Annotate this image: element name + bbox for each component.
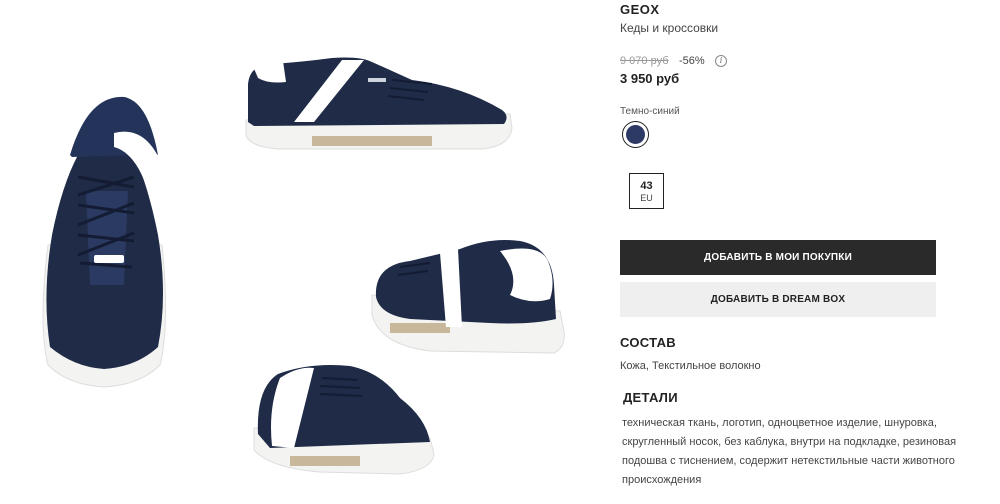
details-title: ДЕТАЛИ	[623, 390, 678, 405]
info-icon[interactable]: i	[715, 55, 727, 67]
brand-name[interactable]: GEOX	[620, 2, 660, 17]
size-option-43[interactable]: 43 EU	[629, 173, 664, 209]
discount-badge: -56%	[679, 55, 705, 67]
product-image-back[interactable]	[370, 235, 568, 357]
composition-title: СОСТАВ	[620, 335, 676, 350]
size-value: 43	[640, 180, 653, 192]
product-category: Кеды и кроссовки	[620, 21, 719, 35]
product-image-three-quarter[interactable]	[250, 358, 436, 476]
product-gallery	[0, 0, 600, 504]
product-image-side[interactable]	[242, 50, 514, 154]
details-text: техническая ткань, логотип, одноцветное …	[622, 417, 957, 486]
size-unit: EU	[640, 193, 653, 203]
old-price: 9 070 руб	[620, 55, 669, 67]
product-info-panel: GEOX Кеды и кроссовки 9 070 руб -56% i 3…	[620, 0, 990, 504]
color-label: Темно-синий	[620, 106, 680, 117]
product-image-front[interactable]	[28, 95, 180, 395]
color-swatch[interactable]	[622, 121, 649, 148]
color-swatch-fill	[626, 125, 645, 144]
add-to-cart-button[interactable]: ДОБАВИТЬ В МОИ ПОКУПКИ	[620, 240, 936, 275]
composition-text: Кожа, Текстильное волокно	[620, 360, 761, 372]
current-price: 3 950 руб	[620, 71, 680, 86]
add-to-dreambox-button[interactable]: ДОБАВИТЬ В DREAM BOX	[620, 282, 936, 317]
